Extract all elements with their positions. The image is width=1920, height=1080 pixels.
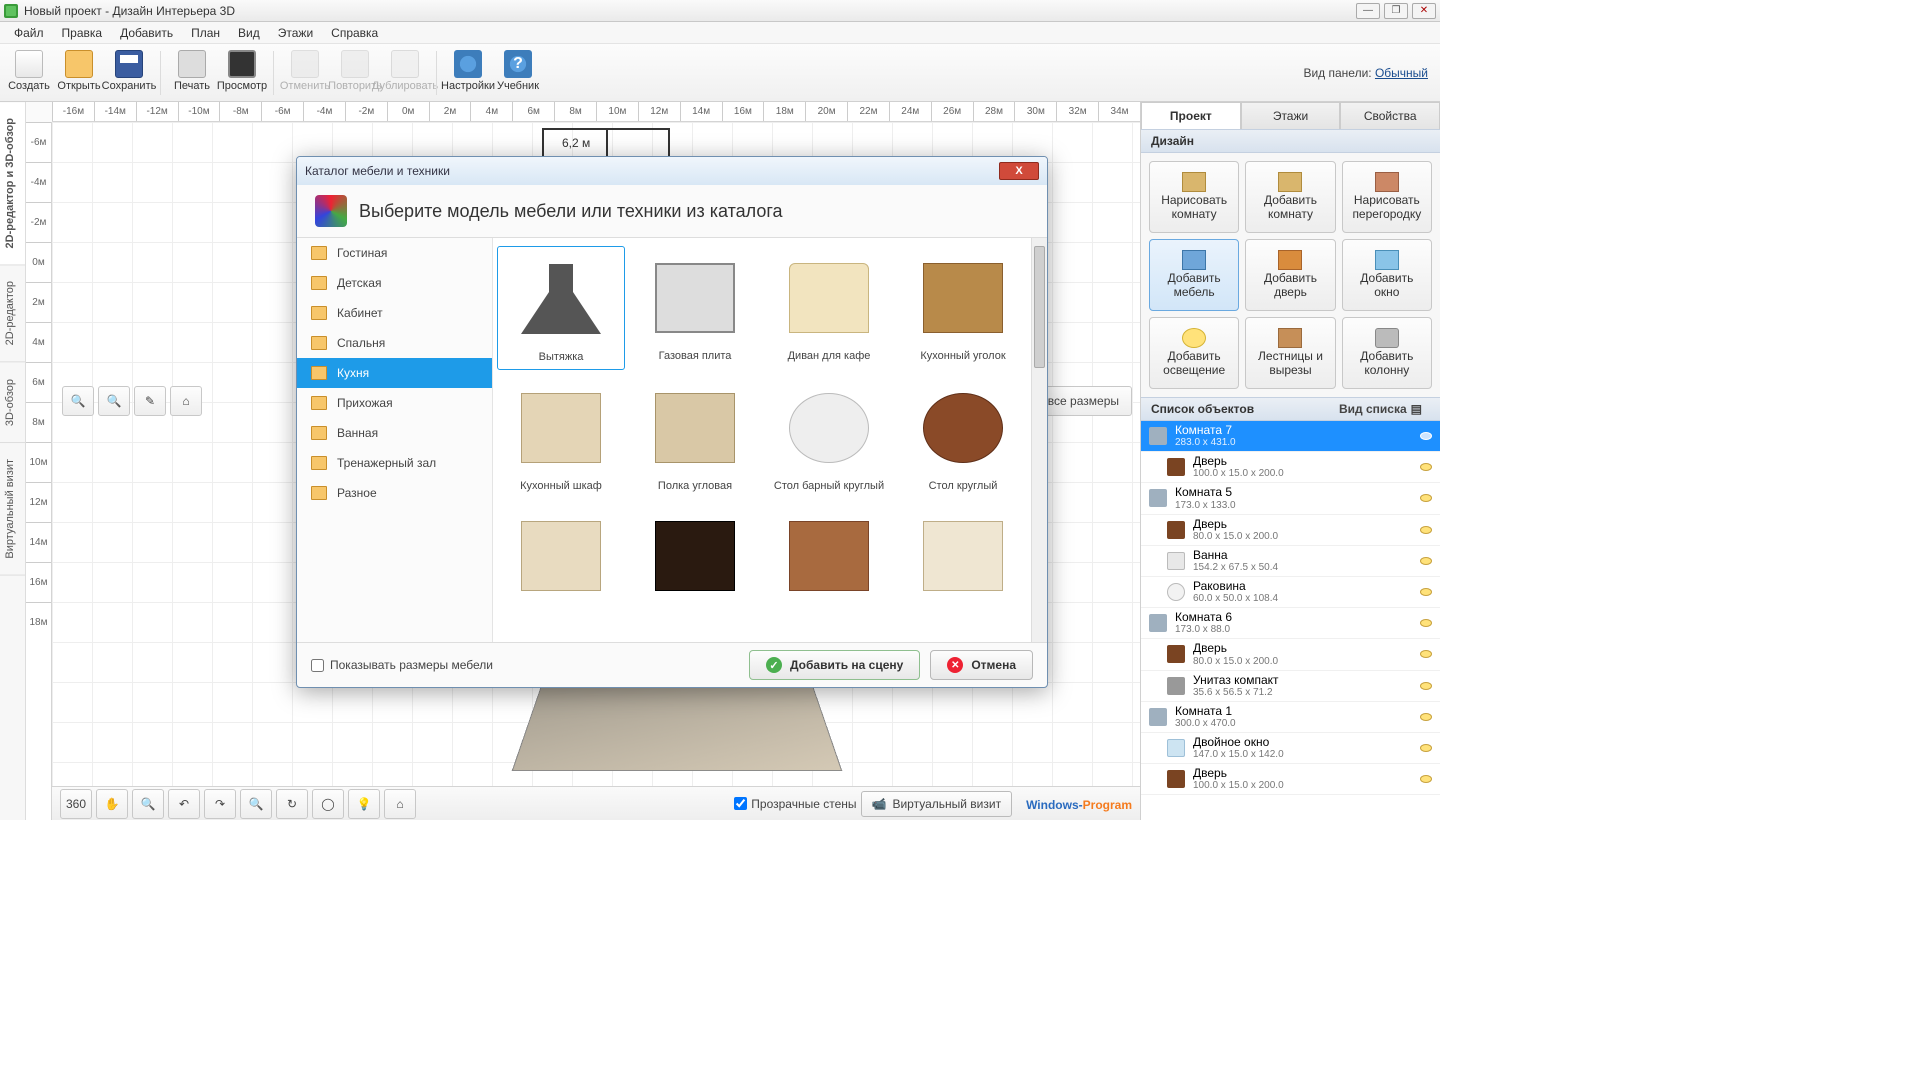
category-row[interactable]: Спальня (297, 328, 492, 358)
dialog-header: Выберите модель мебели или техники из ка… (297, 185, 1047, 237)
furniture-item[interactable]: Вытяжка (497, 246, 625, 370)
dialog-titlebar: Каталог мебели и техники X (297, 157, 1047, 185)
category-row[interactable]: Прихожая (297, 388, 492, 418)
furniture-item[interactable] (497, 504, 625, 614)
furniture-thumb (789, 263, 869, 333)
furniture-thumb (655, 263, 735, 333)
furniture-item[interactable]: Стол круглый (899, 376, 1027, 498)
folder-icon (311, 276, 327, 290)
furniture-item[interactable]: Кухонный уголок (899, 246, 1027, 370)
furniture-thumb (923, 521, 1003, 591)
category-row[interactable]: Гостиная (297, 238, 492, 268)
folder-icon (311, 426, 327, 440)
dialog-heading: Выберите модель мебели или техники из ка… (359, 201, 783, 222)
furniture-thumb (521, 264, 601, 334)
furniture-thumb (923, 393, 1003, 463)
category-row[interactable]: Детская (297, 268, 492, 298)
furniture-catalog-dialog: Каталог мебели и техники X Выберите моде… (296, 156, 1048, 688)
category-row[interactable]: Кухня (297, 358, 492, 388)
category-row[interactable]: Кабинет (297, 298, 492, 328)
scrollbar[interactable] (1031, 238, 1047, 642)
furniture-thumb (655, 521, 735, 591)
category-row[interactable]: Тренажерный зал (297, 448, 492, 478)
furniture-thumb (521, 521, 601, 591)
furniture-item[interactable]: Кухонный шкаф (497, 376, 625, 498)
folder-icon (311, 336, 327, 350)
dialog-close-button[interactable]: X (999, 162, 1039, 180)
check-icon (766, 657, 782, 673)
furniture-item[interactable]: Диван для кафе (765, 246, 893, 370)
furniture-thumb (923, 263, 1003, 333)
catalog-icon (315, 195, 347, 227)
furniture-thumb (789, 393, 869, 463)
add-to-scene-button[interactable]: Добавить на сцену (749, 650, 920, 680)
modal-backdrop: Каталог мебели и техники X Выберите моде… (0, 0, 1440, 820)
furniture-thumb (521, 393, 601, 463)
folder-icon (311, 396, 327, 410)
dialog-title: Каталог мебели и техники (305, 164, 450, 178)
folder-icon (311, 366, 327, 380)
furniture-thumb (655, 393, 735, 463)
folder-icon (311, 456, 327, 470)
furniture-thumb (789, 521, 869, 591)
dialog-footer: Показывать размеры мебели Добавить на сц… (297, 643, 1047, 687)
cancel-icon (947, 657, 963, 673)
cancel-button[interactable]: Отмена (930, 650, 1033, 680)
show-sizes-checkbox[interactable]: Показывать размеры мебели (311, 658, 493, 672)
furniture-item[interactable] (899, 504, 1027, 614)
furniture-item[interactable] (765, 504, 893, 614)
furniture-item[interactable] (631, 504, 759, 614)
category-row[interactable]: Ванная (297, 418, 492, 448)
folder-icon (311, 306, 327, 320)
folder-icon (311, 486, 327, 500)
category-list: ГостинаяДетскаяКабинетСпальняКухняПрихож… (297, 238, 493, 642)
category-row[interactable]: Разное (297, 478, 492, 508)
furniture-grid: ВытяжкаГазовая плитаДиван для кафеКухонн… (493, 238, 1031, 642)
furniture-item[interactable]: Полка угловая (631, 376, 759, 498)
furniture-item[interactable]: Газовая плита (631, 246, 759, 370)
furniture-item[interactable]: Стол барный круглый (765, 376, 893, 498)
folder-icon (311, 246, 327, 260)
